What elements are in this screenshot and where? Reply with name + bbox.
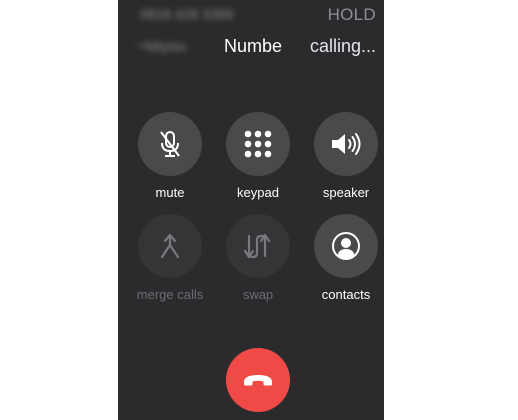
end-call-button[interactable] bbox=[226, 348, 290, 412]
swap-icon bbox=[243, 233, 271, 259]
merge-calls-label: merge calls bbox=[136, 287, 204, 302]
call-screen: 0816 428 3369 HOLD ~Ntiyiso Numbe callin… bbox=[118, 0, 384, 420]
speaker-button[interactable]: speaker bbox=[306, 112, 384, 200]
mute-circle[interactable] bbox=[138, 112, 202, 176]
speaker-label: speaker bbox=[322, 185, 370, 200]
contacts-circle[interactable] bbox=[314, 214, 378, 278]
merge-calls-button[interactable]: merge calls bbox=[130, 214, 210, 302]
active-call-contact-blurred: ~Ntiyiso bbox=[136, 38, 187, 54]
keypad-icon bbox=[244, 130, 272, 158]
speaker-circle[interactable] bbox=[314, 112, 378, 176]
merge-calls-circle[interactable] bbox=[138, 214, 202, 278]
swap-circle[interactable] bbox=[226, 214, 290, 278]
keypad-label: keypad bbox=[237, 185, 279, 200]
active-call-name: Numbe bbox=[224, 36, 283, 56]
speaker-icon bbox=[332, 133, 361, 155]
keypad-button[interactable]: keypad bbox=[218, 112, 298, 200]
active-call-status: calling... bbox=[309, 36, 376, 56]
mute-label: mute bbox=[155, 185, 185, 200]
swap-label: swap bbox=[242, 287, 274, 302]
contacts-label: contacts bbox=[321, 287, 371, 302]
swap-button[interactable]: swap bbox=[218, 214, 298, 302]
contacts-button[interactable]: contacts bbox=[306, 214, 384, 302]
end-call-icon bbox=[244, 375, 272, 386]
keypad-circle[interactable] bbox=[226, 112, 290, 176]
mic-slash-icon bbox=[160, 131, 180, 157]
held-call-number: 0816 428 3369 bbox=[140, 6, 234, 22]
held-call-status: HOLD bbox=[327, 5, 376, 24]
mute-button[interactable]: mute bbox=[130, 112, 210, 200]
contact-icon bbox=[332, 232, 360, 260]
merge-icon bbox=[160, 233, 180, 259]
